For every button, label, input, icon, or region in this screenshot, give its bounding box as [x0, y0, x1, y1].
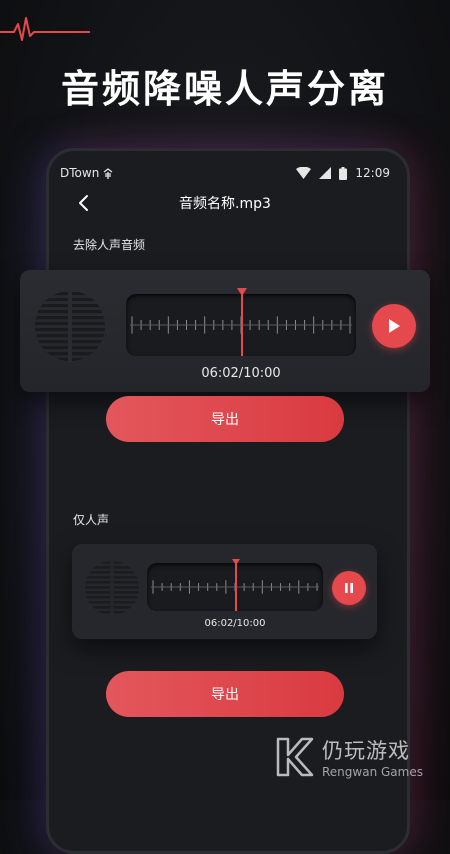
watermark: 仍玩游戏 Rengwan Games [274, 735, 423, 779]
top-bar: 音频名称.mp3 [60, 190, 390, 216]
playback-time: 06:02/10:00 [204, 618, 266, 629]
play-button[interactable] [372, 304, 416, 348]
waveform-track[interactable] [126, 294, 356, 356]
section-label-vocal-only: 仅人声 [73, 513, 110, 527]
section-label-vocal-removed: 去除人声音频 [73, 238, 146, 252]
status-time: 12:09 [355, 166, 390, 180]
waveform-track[interactable] [147, 563, 323, 611]
headline: 音频降噪人声分离 [60, 67, 389, 111]
wifi-icon [296, 167, 312, 179]
player-card-vocal-removed: 06:02/10:00 [20, 270, 430, 392]
playhead-line[interactable] [235, 563, 237, 611]
network-icon [103, 167, 113, 179]
playhead-marker-icon [232, 559, 241, 565]
back-chevron-icon[interactable] [74, 193, 94, 213]
playhead-line[interactable] [241, 294, 244, 356]
signal-icon [319, 167, 332, 179]
play-icon [389, 319, 400, 333]
speaker-grille-icon [35, 290, 105, 362]
status-bar: DTown 12:09 [60, 163, 390, 183]
watermark-cn: 仍玩游戏 [322, 739, 410, 763]
pulse-line-icon [0, 17, 90, 41]
page-title: 音频名称.mp3 [179, 196, 271, 212]
watermark-en: Rengwan Games [322, 765, 423, 779]
export-button[interactable]: 导出 [106, 396, 344, 442]
pause-button[interactable] [332, 571, 366, 605]
playhead-marker-icon [237, 288, 248, 296]
carrier-label: DTown [60, 166, 100, 180]
playback-time: 06:02/10:00 [201, 366, 281, 381]
pause-icon [345, 583, 353, 593]
speaker-grille-icon [85, 560, 139, 616]
rengwan-logo-icon [276, 737, 314, 777]
battery-icon [339, 166, 348, 180]
export-button[interactable]: 导出 [106, 671, 344, 717]
player-card-vocal-only: 06:02/10:00 [72, 544, 377, 639]
